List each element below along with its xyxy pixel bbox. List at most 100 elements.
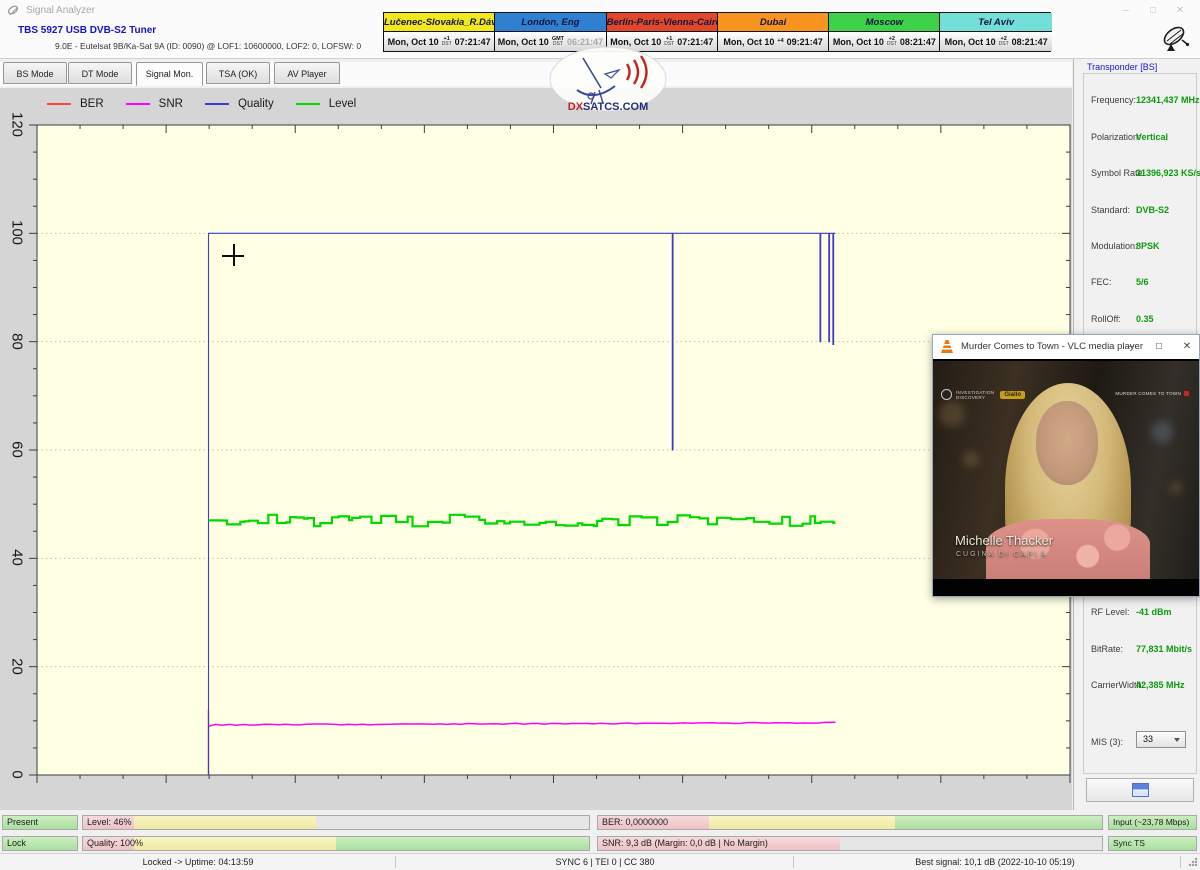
clock-date: Mon, Oct 10 [945,37,996,47]
svg-text:DXSATCS.COM: DXSATCS.COM [568,101,648,113]
vlc-titlebar[interactable]: Murder Comes to Town - VLC media player … [933,335,1199,359]
y-tick-label: 60 [9,435,26,465]
chart-legend: BERSNRQualityLevel [47,96,378,112]
vlc-cone-icon [941,340,953,353]
maximize-icon[interactable]: □ [1140,3,1166,19]
clock-city-name: London, Eng [495,13,605,32]
mis-dropdown[interactable]: 33 [1136,731,1186,748]
channel-logo-icon [941,389,952,400]
legend-line-swatch [47,103,71,105]
bokeh-light [963,451,979,467]
clock-city-name: Berlin-Paris-Vienna-Cairo [607,13,717,32]
person-face [1036,401,1098,485]
field-modulation: Modulation:8PSK [1074,241,1200,253]
meter-segment-green [895,816,1102,829]
clock-date: Mon, Oct 10 [498,37,549,47]
bokeh-light [1169,481,1183,495]
meter-label: Quality: 100% [87,837,143,850]
signal-analyzer-window: Signal Analyzer – □ ✕ TBS 5927 USB DVB-S… [0,0,1200,870]
field-polarization: Polarization:Vertical [1074,132,1200,144]
field-value: 0.35 [1136,314,1154,324]
clock-hms: 08:21:47 [1012,37,1048,47]
window-title: Signal Analyzer [26,5,95,16]
tab-tsa-ok[interactable]: TSA (OK) [206,62,270,84]
field-frequency: Frequency:12341,437 MHz [1074,95,1200,107]
field-value: 12341,437 MHz [1136,95,1200,105]
close-icon[interactable]: ✕ [1167,3,1193,19]
clock-timezone: +1DST [442,37,452,47]
meter-segment-yellow [134,837,336,850]
tuner-subtitle: 9.0E - Eutelsat 9B/Ka-Sat 9A (ID: 0090) … [55,41,361,51]
field-label: Standard: [1091,205,1130,215]
field-label: FEC: [1091,277,1112,287]
field-rolloff: RollOff:0.35 [1074,314,1200,326]
statusbar-sync-info: SYNC 6 | TEI 0 | CC 380 [555,857,654,867]
field-bitrate: BitRate: 77,831 Mbit/s [1074,644,1200,656]
vlc-window[interactable]: Murder Comes to Town - VLC media player … [932,334,1200,597]
tab-dt-mode[interactable]: DT Mode [68,62,132,84]
bokeh-light [939,401,965,427]
y-tick-label: 120 [9,110,26,140]
resize-grip[interactable] [1188,857,1198,867]
chevron-down-icon [1174,738,1180,742]
meter-signal-row1: Quality: 100% [82,836,590,851]
vlc-close-icon[interactable]: ✕ [1175,339,1199,355]
watermark-rest: SATCS.COM [583,101,648,113]
vlc-maximize-icon[interactable]: □ [1147,339,1171,355]
legend-label: Level [329,98,357,110]
field-value: -41 dBm [1136,607,1172,617]
meter-segment-green [336,837,589,850]
legend-item-snr: SNR [126,98,183,110]
window-panel-icon [1132,783,1149,797]
field-value: 77,831 Mbit/s [1136,644,1192,654]
meter-quality2-row0: BER: 0,0000000 [597,815,1103,830]
y-tick-label: 20 [9,651,26,681]
field-label: Frequency: [1091,95,1136,105]
plot-area[interactable] [37,125,1070,775]
transponder-panel-title: Transponder [BS] [1087,62,1157,72]
meter-quality2-row1: SNR: 9,3 dB (Margin: 0,0 dB | No Margin) [597,836,1103,851]
field-label: Modulation: [1091,241,1138,251]
channel-logo-line2: DISCOVERY [956,395,994,400]
dxsatcs-watermark-logo: DXSATCS.COM [547,46,669,116]
tab-av-player[interactable]: AV Player [274,62,340,84]
statusbar-divider [395,856,396,868]
meter-label: SNR: 9,3 dB (Margin: 0,0 dB | No Margin) [602,837,768,850]
y-tick-label: 100 [9,218,26,248]
vlc-minimize-icon[interactable]: – [1119,339,1143,355]
record-dot-icon [1184,391,1189,396]
app-window-icon [7,4,20,17]
meter-ts-row0: Input (~23,78 Mbps) [1108,815,1197,830]
meter-label: Lock [7,837,26,850]
clock-city-name: Tel Aviv [940,13,1051,32]
meter-state-row1: Lock [2,836,78,851]
field-value: 8PSK [1136,241,1160,251]
minimize-icon[interactable]: – [1113,3,1139,19]
clock-cell-0: Lučenec-Slovakia_R.DávidMon, Oct 10+1DST… [384,13,495,51]
tab-bar: BS ModeDT ModeSignal Mon.TSA (OK)AV Play… [0,62,1072,86]
meter-ts-row1: Sync TS [1108,836,1197,851]
lower-third-name: Michelle Thacker [955,533,1053,548]
field-label: RF Level: [1091,607,1130,617]
legend-label: BER [80,98,104,110]
statusbar-divider [1180,856,1181,868]
clock-date: Mon, Oct 10 [833,37,884,47]
statusbar-uptime: Locked -> Uptime: 04:13:59 [143,857,254,867]
meter-label: Present [7,816,38,829]
mis-value: 33 [1143,734,1153,744]
tuner-title: TBS 5927 USB DVB-S2 Tuner [18,25,156,36]
field-label: BitRate: [1091,644,1123,654]
clock-timezone: +1DST [664,37,674,47]
field-value: 42,385 MHz [1136,680,1185,690]
clock-hms: 07:21:47 [677,37,713,47]
cursor-crosshair [233,244,235,266]
tab-signal-mon[interactable]: Signal Mon. [136,62,203,86]
meter-label: BER: 0,0000000 [602,816,668,829]
tab-bs-mode[interactable]: BS Mode [3,62,67,84]
vlc-video-area[interactable]: INVESTIGATION DISCOVERY Giallo MURDER CO… [933,359,1199,596]
show-ts-panel-button[interactable] [1086,778,1194,802]
meter-label: Input (~23,78 Mbps) [1113,816,1189,829]
y-tick-label: 80 [9,326,26,356]
world-clocks: Lučenec-Slovakia_R.DávidMon, Oct 10+1DST… [383,12,1051,52]
clock-hms: 09:21:47 [787,37,823,47]
